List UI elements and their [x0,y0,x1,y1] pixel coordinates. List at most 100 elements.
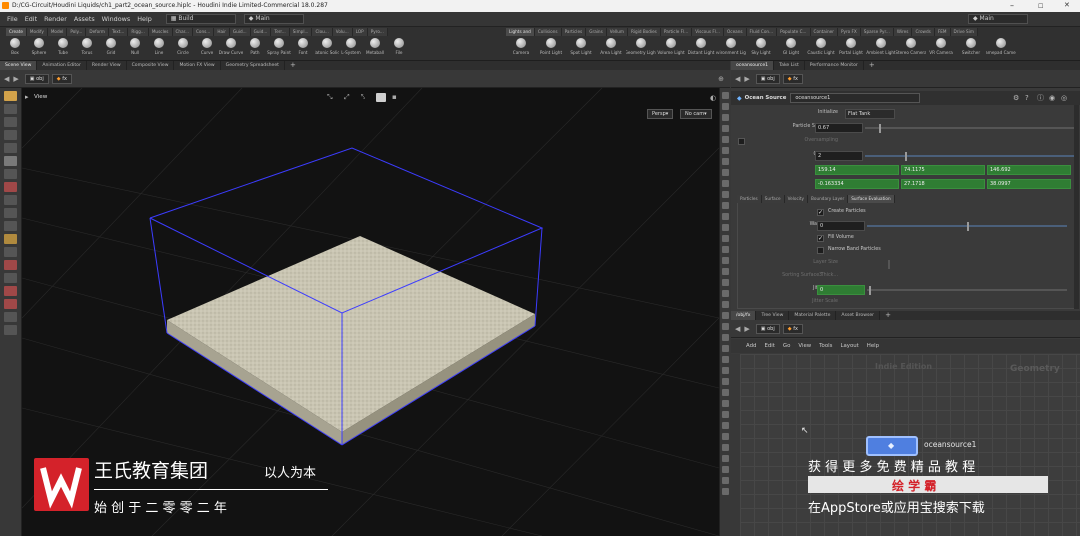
grid-scale-field[interactable]: 2 [815,151,863,161]
center-y-field[interactable]: 27.1718 [901,179,985,189]
menu-edit[interactable]: Edit [25,15,37,23]
grid-scale-slider[interactable] [865,155,1075,157]
shelf-tab-modify-1[interactable]: Modify [26,28,48,36]
network-menu-help[interactable]: Help [867,343,879,349]
jitter-seed-slider[interactable] [867,289,1067,291]
network-menu-layout[interactable]: Layout [840,343,858,349]
subtab-particles[interactable]: Particles [737,194,762,203]
subtab-velocity[interactable]: Velocity [784,194,809,203]
tool-spray-paint[interactable]: Spray Paint [267,38,291,55]
tab-oceansource1[interactable]: oceansource1 [731,61,775,70]
network-menu-add[interactable]: Add [746,343,756,349]
tool-path[interactable]: Path [243,38,267,55]
tool-l-system[interactable]: L-System [339,38,363,55]
menu-help[interactable]: Help [137,15,152,23]
tool-metaball[interactable]: Metaball [363,38,387,55]
tool-null[interactable]: Null [123,38,147,55]
menu-windows[interactable]: Windows [102,15,131,23]
snap-prim-icon[interactable] [4,208,17,218]
display-opt-37-icon[interactable] [722,488,729,495]
display-opt-23-icon[interactable] [722,334,729,341]
display-opt-15-icon[interactable] [722,246,729,253]
right-context-select[interactable]: ◆ Main [968,14,1028,24]
param-info-icon[interactable]: ⓘ [1037,93,1044,103]
tool-ambient-light[interactable]: Ambient Light [866,38,896,55]
shelf-tab-pyro-fx-12[interactable]: Pyro FX [837,28,861,36]
handle-tool-icon[interactable] [4,143,17,153]
display-opt-16-icon[interactable] [722,257,729,264]
path-obj[interactable]: ▣ obj [24,73,49,84]
tool-portal-light[interactable]: Portal Light [836,38,866,55]
move-tool-icon[interactable] [4,104,17,114]
water-level-knob[interactable] [967,222,969,231]
particle-separation-field[interactable]: 0.67 [815,123,863,133]
jitter-seed-knob[interactable] [869,286,871,295]
display-opt-29-icon[interactable] [722,400,729,407]
shelf-tab-populate-c-10[interactable]: Populate C... [777,28,811,36]
shelf-tab-poly-3[interactable]: Poly... [67,28,87,36]
network-back-icon[interactable]: ◀ [735,325,740,333]
param-scrollbar[interactable] [1074,105,1079,309]
minimize-button[interactable]: – [1010,1,1014,10]
display-opt-24-icon[interactable] [722,345,729,352]
shelf-tab-cons-9[interactable]: Cons... [192,28,215,36]
desktop-select[interactable]: ▦ Build [165,14,236,24]
shelf-tab-muscles-7[interactable]: Muscles [148,28,173,36]
shelf-tab-model-2[interactable]: Model [47,28,68,36]
shelf-tab-hair-10[interactable]: Hair [214,28,230,36]
tool-volume-light[interactable]: Volume Light [656,38,686,55]
fill-volume-checkbox[interactable]: ✓ [817,235,824,242]
center-z-field[interactable]: 38.0997 [987,179,1071,189]
tab-asset-browser[interactable]: Asset Browser [836,311,881,320]
network-menu-tools[interactable]: Tools [819,343,832,349]
subtab-surface[interactable]: Surface [761,194,785,203]
display-opt-10-icon[interactable] [722,191,729,198]
display-opt-17-icon[interactable] [722,268,729,275]
network-menu-view[interactable]: View [798,343,811,349]
tab-geometry-spreadsheet[interactable]: Geometry Spreadsheet [221,61,285,70]
shelf-tab-container-11[interactable]: Container [810,28,838,36]
jitter-seed-field[interactable]: 0 [817,285,865,295]
size-y-field[interactable]: 74.1175 [901,165,985,175]
menu-render[interactable]: Render [44,15,67,23]
network-path-node[interactable]: ◆ fx [782,323,803,334]
tool-draw-curve[interactable]: Draw Curve [219,38,243,55]
network-menu-edit[interactable]: Edit [764,343,774,349]
water-level-field[interactable]: 0 [817,221,865,231]
display-opt-33-icon[interactable] [722,444,729,451]
display-opt-3-icon[interactable] [722,114,729,121]
tool-gi-light[interactable]: GI Light [776,38,806,55]
display-opt-26-icon[interactable] [722,367,729,374]
tab-tree-view[interactable]: Tree View [756,311,790,320]
display-opt-31-icon[interactable] [722,422,729,429]
network-path-obj[interactable]: ▣ obj [755,323,780,334]
tool-environment-light[interactable]: Environment Light [716,38,746,55]
shelf-tab-clou-15[interactable]: Clou... [312,28,333,36]
tool-stereo-camera[interactable]: Stereo Camera [896,38,926,55]
tool-camera[interactable]: Camera [506,38,536,55]
display-opt-22-icon[interactable] [722,323,729,330]
shelf-tab-fem-16[interactable]: FEM [934,28,951,36]
tab-motion-fx-view[interactable]: Motion FX View [174,61,221,70]
display-opt-6-icon[interactable] [722,147,729,154]
tool-point-light[interactable]: Point Light [536,38,566,55]
param-lock-icon[interactable]: ◉ [1049,94,1055,102]
display-opt-7-icon[interactable] [722,158,729,165]
subtab-boundary-layer[interactable]: Boundary Layer [808,194,849,203]
pose-tool-icon[interactable] [4,169,17,179]
snap-grid-icon[interactable] [4,195,17,205]
param-path-obj[interactable]: ▣ obj [755,73,780,84]
size-x-field[interactable]: 159.14 [815,165,899,175]
display-opt-18-icon[interactable] [722,279,729,286]
shelf-tab-grains-3[interactable]: Grains [586,28,607,36]
tool-sphere[interactable]: Sphere [27,38,51,55]
size-z-field[interactable]: 146.692 [987,165,1071,175]
center-x-field[interactable]: -0.163334 [815,179,899,189]
tool-vr-camera[interactable]: VR Camera [926,38,956,55]
initialize-menu[interactable]: Flat Tank [845,109,895,119]
tab-material-palette[interactable]: Material Palette [789,311,837,320]
tab-take-list[interactable]: Take List [774,61,805,70]
shelf-tab-create-0[interactable]: Create [6,28,27,36]
tab-composite-view[interactable]: Composite View [127,61,175,70]
display-opt-8-icon[interactable] [722,169,729,176]
